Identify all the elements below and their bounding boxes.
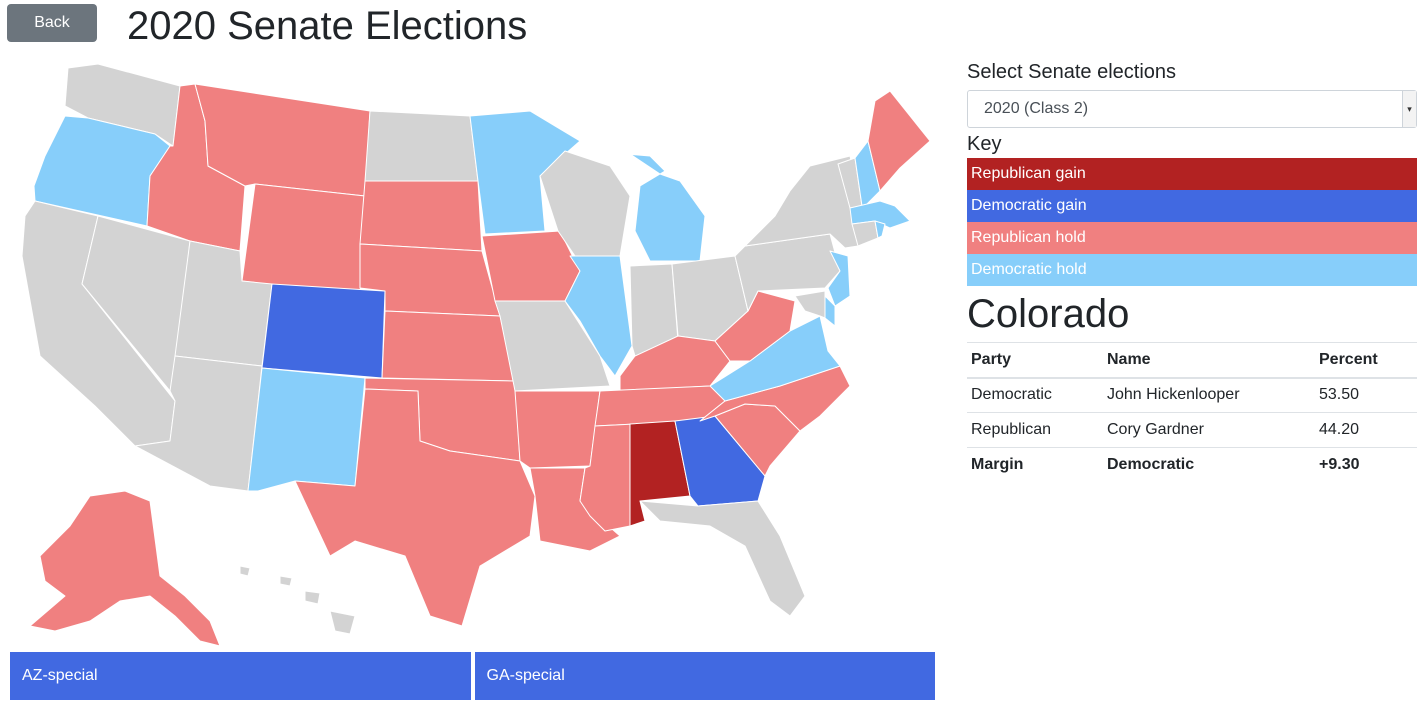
results-table: Party Name Percent Democratic John Hicke… [967,342,1417,483]
header-percent: Percent [1315,342,1417,379]
margin-row: Margin Democratic +9.30 [967,447,1417,483]
sidebar: Select Senate elections 2020 (Class 2) ▾… [967,56,1417,483]
state-nd[interactable] [364,110,479,182]
state-ar[interactable] [514,390,601,469]
ga-special-button[interactable]: GA-special [474,652,935,700]
row-percent: 44.20 [1315,412,1417,448]
state-hi[interactable] [239,565,356,635]
state-sd[interactable] [359,180,483,252]
chevron-down-icon[interactable]: ▾ [1402,91,1416,127]
header-party: Party [967,342,1103,379]
key-heading: Key [967,133,1002,155]
selected-state-name: Colorado [967,292,1130,336]
header-name: Name [1103,342,1315,379]
margin-label: Margin [967,447,1103,483]
table-row: Democratic John Hickenlooper 53.50 [967,377,1417,413]
state-ks[interactable] [381,310,516,382]
table-header-row: Party Name Percent [967,342,1417,379]
special-elections-bar: AZ-special GA-special [10,652,935,700]
row-name: John Hickenlooper [1103,377,1315,413]
state-fl[interactable] [639,500,806,617]
back-button[interactable]: Back [7,4,97,42]
margin-value: +9.30 [1315,447,1417,483]
row-name: Cory Gardner [1103,412,1315,448]
page-title: 2020 Senate Elections [127,4,528,48]
key-list: Republican gain Democratic gain Republic… [967,158,1417,286]
table-row: Republican Cory Gardner 44.20 [967,412,1417,448]
key-republican-gain: Republican gain [967,158,1417,190]
select-label: Select Senate elections [967,61,1177,83]
row-party: Republican [967,412,1103,448]
state-md[interactable] [794,290,826,319]
us-senate-map [10,56,935,646]
state-nm[interactable] [247,367,366,492]
election-select-value: 2020 (Class 2) [984,100,1089,117]
az-special-button[interactable]: AZ-special [10,652,471,700]
state-me[interactable] [867,90,931,192]
row-percent: 53.50 [1315,377,1417,413]
key-republican-hold: Republican hold [967,222,1417,254]
key-democratic-hold: Democratic hold [967,254,1417,286]
state-wy[interactable] [241,183,366,297]
row-party: Democratic [967,377,1103,413]
state-co[interactable] [261,283,386,379]
state-ak[interactable] [29,490,221,646]
key-democratic-gain: Democratic gain [967,190,1417,222]
election-select[interactable]: 2020 (Class 2) ▾ [967,90,1417,128]
margin-party: Democratic [1103,447,1315,483]
